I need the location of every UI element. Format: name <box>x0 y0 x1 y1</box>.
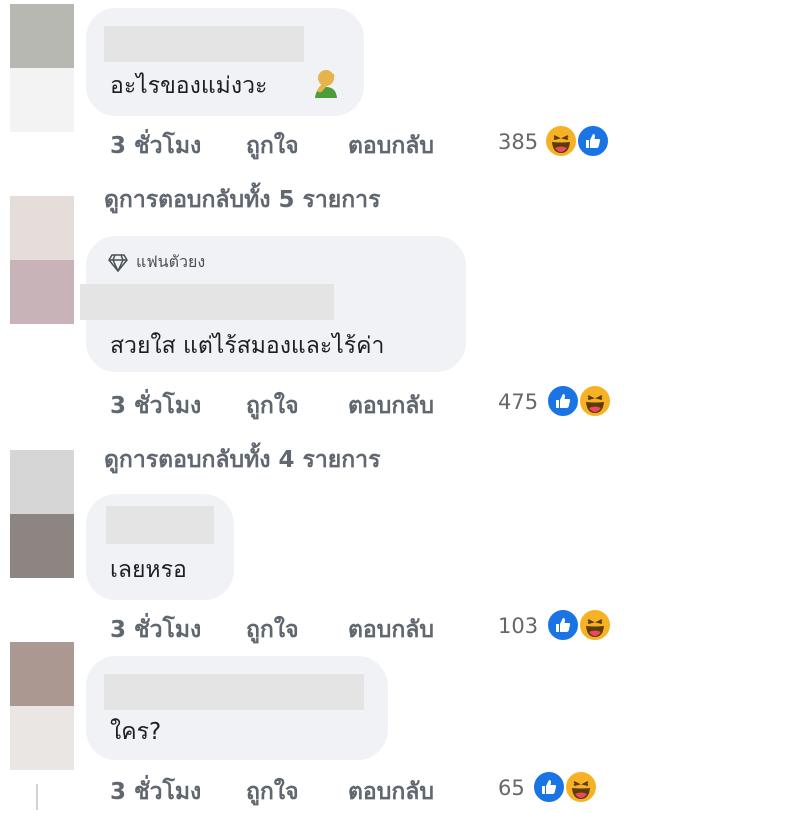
comment-text: อะไรของแม่งวะ <box>110 73 268 99</box>
view-replies-link[interactable]: ดูการตอบกลับทั้ง 4 รายการ <box>104 442 380 478</box>
comment-time[interactable]: 3 ชั่วโมง <box>110 612 201 648</box>
view-replies-link[interactable]: ดูการตอบกลับทั้ง 5 รายการ <box>104 182 380 218</box>
like-link[interactable]: ถูกใจ <box>246 612 299 648</box>
reaction-count[interactable]: 65 <box>498 776 525 800</box>
haha-reaction-icon[interactable] <box>578 384 612 418</box>
thread-line <box>36 784 38 810</box>
diamond-icon <box>108 253 128 272</box>
like-reaction-icon[interactable] <box>546 384 580 418</box>
avatar-blur-block <box>10 68 74 132</box>
like-link[interactable]: ถูกใจ <box>246 128 299 164</box>
top-fan-badge: แฟนตัวยง <box>108 250 205 275</box>
comment-text: เลยหรอ <box>110 557 187 583</box>
author-name-blurred[interactable] <box>104 674 364 710</box>
author-name-blurred[interactable] <box>106 506 214 544</box>
reply-link[interactable]: ตอบกลับ <box>348 388 434 424</box>
comment-text: ใคร? <box>110 719 162 745</box>
comment-time[interactable]: 3 ชั่วโมง <box>110 388 201 424</box>
like-link[interactable]: ถูกใจ <box>246 774 299 810</box>
facepalm-emoji-icon <box>315 70 337 98</box>
reaction-count[interactable]: 475 <box>498 390 538 414</box>
avatar-blur-block <box>10 514 74 578</box>
like-reaction-icon[interactable] <box>532 770 566 804</box>
comment-bubble: อะไรของแม่งวะ <box>86 8 364 116</box>
comment-bubble: ใคร? <box>86 656 388 760</box>
comment-time[interactable]: 3 ชั่วโมง <box>110 128 201 164</box>
comment-bubble: เลยหรอ <box>86 494 234 600</box>
comment-text: สวยใส แต่ไร้สมองและไร้ค่า <box>110 333 385 359</box>
reaction-count[interactable]: 103 <box>498 614 538 638</box>
haha-reaction-icon[interactable] <box>578 608 612 642</box>
like-reaction-icon[interactable] <box>576 124 610 158</box>
author-name-blurred[interactable] <box>104 26 304 62</box>
avatar-blur-block <box>10 706 74 770</box>
avatar-blur-block <box>10 132 74 196</box>
avatar[interactable] <box>10 450 74 514</box>
avatar-blur-block <box>10 260 74 324</box>
haha-reaction-icon[interactable] <box>544 124 578 158</box>
like-reaction-icon[interactable] <box>546 608 580 642</box>
avatar[interactable] <box>10 196 74 260</box>
reply-link[interactable]: ตอบกลับ <box>348 128 434 164</box>
like-link[interactable]: ถูกใจ <box>246 388 299 424</box>
reply-link[interactable]: ตอบกลับ <box>348 612 434 648</box>
avatar[interactable] <box>10 4 74 68</box>
reaction-count[interactable]: 385 <box>498 130 538 154</box>
author-name-blurred[interactable] <box>80 284 334 320</box>
comment-time[interactable]: 3 ชั่วโมง <box>110 774 201 810</box>
reply-link[interactable]: ตอบกลับ <box>348 774 434 810</box>
haha-reaction-icon[interactable] <box>564 770 598 804</box>
comment-bubble: แฟนตัวยง สวยใส แต่ไร้สมองและไร้ค่า <box>80 236 466 372</box>
badge-label: แฟนตัวยง <box>136 252 206 271</box>
avatar[interactable] <box>10 642 74 706</box>
